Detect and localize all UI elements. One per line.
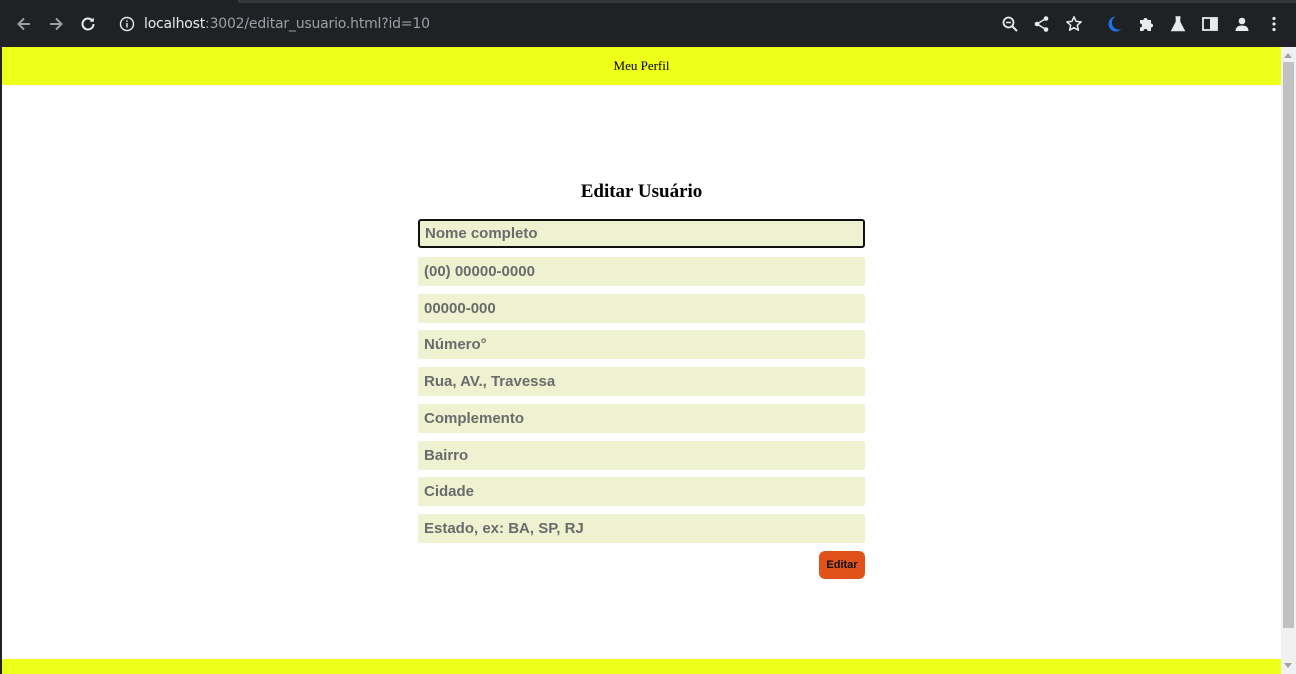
scroll-up-icon[interactable] <box>1284 53 1292 58</box>
nome-completo-input[interactable] <box>418 219 865 248</box>
share-icon[interactable] <box>1032 14 1052 34</box>
telefone-input[interactable] <box>418 257 865 286</box>
estado-input[interactable] <box>418 514 865 543</box>
address-bar[interactable]: localhost:3002/editar_usuario.html?id=10 <box>110 8 990 40</box>
profile-icon[interactable] <box>1232 14 1252 34</box>
complemento-input[interactable] <box>418 404 865 433</box>
meu-perfil-link[interactable]: Meu Perfil <box>614 58 670 74</box>
numero-input[interactable] <box>418 330 865 359</box>
scrollbar-thumb[interactable] <box>1283 62 1294 628</box>
menu-dots-icon[interactable] <box>1264 14 1284 34</box>
site-footer <box>2 659 1281 674</box>
tab-strip <box>0 0 1296 3</box>
bairro-input[interactable] <box>418 441 865 470</box>
labs-flask-icon[interactable] <box>1168 14 1188 34</box>
page-title: Editar Usuário <box>580 181 703 202</box>
url-path: :3002/editar_usuario.html?id=10 <box>205 16 430 32</box>
star-icon[interactable] <box>1064 14 1084 34</box>
editar-button[interactable]: Editar <box>819 551 865 579</box>
scroll-down-icon[interactable] <box>1284 663 1292 668</box>
side-panel-icon[interactable] <box>1200 14 1220 34</box>
browser-toolbar: localhost:3002/editar_usuario.html?id=10 <box>0 0 1296 47</box>
forward-icon[interactable] <box>44 12 68 36</box>
active-tab-edge <box>0 0 238 3</box>
info-icon[interactable] <box>119 16 135 32</box>
url-text[interactable]: localhost:3002/editar_usuario.html?id=10 <box>144 15 430 33</box>
site-header: Meu Perfil <box>2 47 1281 85</box>
back-icon[interactable] <box>12 12 36 36</box>
reload-icon[interactable] <box>76 12 100 36</box>
cidade-input[interactable] <box>418 477 865 506</box>
zoom-icon[interactable] <box>1000 14 1020 34</box>
puzzle-extensions-icon[interactable] <box>1136 14 1156 34</box>
rua-input[interactable] <box>418 367 865 396</box>
moon-extension-icon[interactable] <box>1104 14 1124 34</box>
page-scrollbar[interactable] <box>1281 47 1296 674</box>
url-host: localhost <box>144 16 206 32</box>
cep-input[interactable] <box>418 294 865 323</box>
page-viewport: Meu Perfil Editar Usuário Editar <box>2 47 1281 674</box>
